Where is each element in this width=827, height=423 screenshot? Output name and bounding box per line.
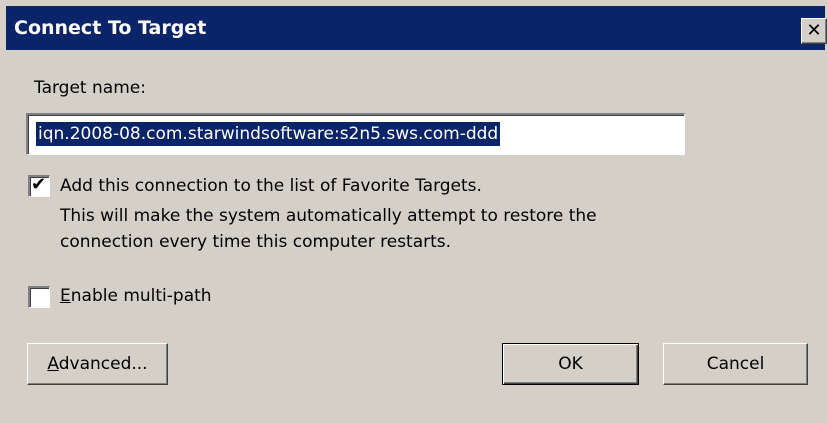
advanced-button[interactable]: Advanced... [27, 343, 168, 385]
favorites-description-line2: connection every time this computer rest… [60, 232, 452, 252]
cancel-label: Cancel [706, 354, 765, 374]
favorites-checkbox[interactable]: ✔ [28, 174, 50, 197]
favorites-label[interactable]: Add this connection to the list of Favor… [60, 175, 482, 197]
checkmark-icon: ✔ [31, 174, 47, 195]
title-bar[interactable]: Connect To Target ✕ [6, 6, 827, 50]
multipath-label[interactable]: Enable multi-path [60, 285, 212, 307]
advanced-accel-key: A [47, 354, 59, 374]
multipath-accel-key: E [60, 286, 71, 306]
target-name-value: iqn.2008-08.com.starwindsoftware:s2n5.sw… [36, 122, 501, 146]
ok-button[interactable]: OK [502, 343, 639, 385]
ok-label: OK [558, 354, 583, 374]
multipath-label-rest: nable multi-path [70, 286, 212, 306]
advanced-label-rest: dvanced... [58, 354, 148, 374]
cancel-button[interactable]: Cancel [663, 343, 808, 385]
favorites-description-line1: This will make the system automatically … [60, 206, 597, 226]
connect-to-target-dialog: Connect To Target ✕ Target name: iqn.200… [0, 0, 827, 423]
target-name-label: Target name: [34, 78, 146, 98]
close-icon: ✕ [806, 20, 822, 41]
target-name-input[interactable]: iqn.2008-08.com.starwindsoftware:s2n5.sw… [26, 113, 685, 155]
close-button[interactable]: ✕ [801, 18, 827, 44]
multipath-checkbox[interactable] [28, 286, 50, 308]
window-title: Connect To Target [14, 17, 207, 39]
